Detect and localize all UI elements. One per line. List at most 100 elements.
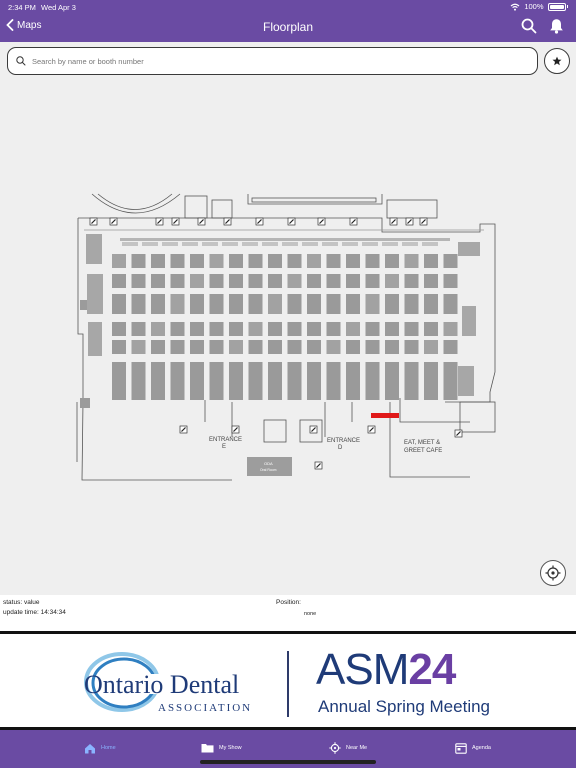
booth-grid[interactable] bbox=[112, 242, 458, 400]
booth[interactable] bbox=[248, 362, 263, 400]
booth[interactable] bbox=[190, 362, 204, 400]
booth[interactable] bbox=[268, 294, 282, 314]
locate-me-button[interactable] bbox=[540, 560, 566, 586]
floorplan-drawing[interactable]: ENTRANCE E ENTRANCE D EAT, MEET & GREET … bbox=[0, 82, 576, 594]
booth[interactable] bbox=[424, 274, 438, 288]
booth[interactable] bbox=[385, 274, 399, 288]
booth[interactable] bbox=[190, 340, 204, 354]
booth[interactable] bbox=[287, 294, 302, 314]
tab-near-me[interactable]: Near Me bbox=[329, 738, 367, 758]
booth[interactable] bbox=[326, 322, 341, 336]
booth[interactable] bbox=[131, 274, 146, 288]
booth[interactable] bbox=[307, 274, 321, 288]
booth[interactable] bbox=[307, 322, 321, 336]
booth[interactable] bbox=[112, 274, 126, 288]
booth[interactable] bbox=[365, 274, 380, 288]
tab-agenda[interactable]: Agenda bbox=[455, 738, 491, 758]
booth[interactable] bbox=[307, 340, 321, 354]
booth[interactable] bbox=[190, 274, 204, 288]
booth[interactable] bbox=[190, 254, 204, 268]
booth[interactable] bbox=[307, 294, 321, 314]
booth[interactable] bbox=[385, 294, 399, 314]
booth[interactable] bbox=[222, 242, 238, 246]
booth[interactable] bbox=[424, 322, 438, 336]
booth[interactable] bbox=[402, 242, 418, 246]
booth[interactable] bbox=[287, 362, 302, 400]
booth[interactable] bbox=[268, 362, 282, 400]
booth[interactable] bbox=[443, 274, 458, 288]
booth[interactable] bbox=[151, 274, 165, 288]
booth[interactable] bbox=[326, 294, 341, 314]
booth[interactable] bbox=[229, 340, 243, 354]
booth[interactable] bbox=[248, 340, 263, 354]
search-input[interactable] bbox=[32, 56, 512, 66]
booth[interactable] bbox=[365, 340, 380, 354]
floorplan-map[interactable]: ENTRANCE E ENTRANCE D EAT, MEET & GREET … bbox=[0, 82, 576, 594]
booth[interactable] bbox=[346, 340, 360, 354]
booth[interactable] bbox=[112, 294, 126, 314]
booth[interactable] bbox=[424, 294, 438, 314]
booth[interactable] bbox=[326, 340, 341, 354]
booth[interactable] bbox=[346, 274, 360, 288]
booth[interactable] bbox=[170, 254, 185, 268]
booth[interactable] bbox=[131, 322, 146, 336]
booth[interactable] bbox=[202, 242, 218, 246]
booth[interactable] bbox=[307, 362, 321, 400]
booth[interactable] bbox=[307, 254, 321, 268]
booth[interactable] bbox=[190, 294, 204, 314]
booth[interactable] bbox=[326, 254, 341, 268]
booth[interactable] bbox=[365, 294, 380, 314]
booth[interactable] bbox=[190, 322, 204, 336]
booth[interactable] bbox=[151, 294, 165, 314]
booth[interactable] bbox=[131, 294, 146, 314]
booth[interactable] bbox=[443, 340, 458, 354]
booth[interactable] bbox=[443, 254, 458, 268]
booth[interactable] bbox=[209, 294, 224, 314]
booth[interactable] bbox=[322, 242, 338, 246]
tab-my-show[interactable]: My Show bbox=[201, 738, 242, 758]
booth[interactable] bbox=[131, 340, 146, 354]
booth[interactable] bbox=[248, 322, 263, 336]
booth[interactable] bbox=[122, 242, 138, 246]
booth[interactable] bbox=[424, 362, 438, 400]
booth[interactable] bbox=[302, 242, 318, 246]
booth[interactable] bbox=[404, 340, 419, 354]
booth[interactable] bbox=[346, 294, 360, 314]
booth[interactable] bbox=[170, 340, 185, 354]
booth[interactable] bbox=[404, 274, 419, 288]
booth[interactable] bbox=[268, 322, 282, 336]
booth[interactable] bbox=[229, 322, 243, 336]
search-bar[interactable] bbox=[7, 47, 538, 75]
booth[interactable] bbox=[242, 242, 258, 246]
tab-home[interactable]: Home bbox=[84, 738, 116, 758]
booth[interactable] bbox=[404, 322, 419, 336]
search-icon[interactable] bbox=[521, 18, 537, 34]
booth[interactable] bbox=[229, 254, 243, 268]
booth[interactable] bbox=[365, 362, 380, 400]
booth[interactable] bbox=[248, 274, 263, 288]
booth[interactable] bbox=[112, 322, 126, 336]
booth[interactable] bbox=[404, 362, 419, 400]
booth[interactable] bbox=[443, 294, 458, 314]
booth[interactable] bbox=[151, 254, 165, 268]
booth[interactable] bbox=[287, 274, 302, 288]
booth[interactable] bbox=[162, 242, 178, 246]
sponsor-banner[interactable]: Ontario Dental ASSOCIATION ASM24 Annual … bbox=[0, 631, 576, 730]
favorites-button[interactable] bbox=[544, 48, 570, 74]
booth[interactable] bbox=[404, 294, 419, 314]
booth[interactable] bbox=[262, 242, 278, 246]
booth[interactable] bbox=[404, 254, 419, 268]
bell-icon[interactable] bbox=[549, 18, 564, 34]
booth[interactable] bbox=[229, 274, 243, 288]
booth[interactable] bbox=[385, 254, 399, 268]
booth[interactable] bbox=[229, 294, 243, 314]
booth[interactable] bbox=[142, 242, 158, 246]
booth[interactable] bbox=[346, 362, 360, 400]
booth[interactable] bbox=[326, 362, 341, 400]
booth[interactable] bbox=[362, 242, 378, 246]
booth[interactable] bbox=[385, 322, 399, 336]
booth[interactable] bbox=[131, 362, 146, 400]
booth[interactable] bbox=[346, 254, 360, 268]
booth[interactable] bbox=[287, 340, 302, 354]
booth[interactable] bbox=[170, 362, 185, 400]
